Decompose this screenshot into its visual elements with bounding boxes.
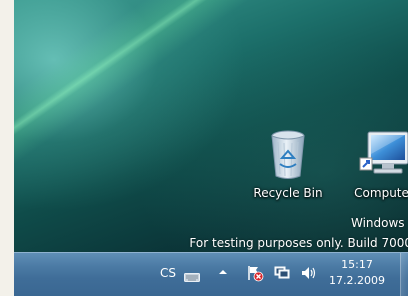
taskbar[interactable]: CS 15:17 17.2.2009 [14, 252, 408, 296]
action-center-flag-icon[interactable] [246, 264, 264, 286]
desktop-icon-recycle-bin[interactable]: Recycle Bin [250, 128, 326, 200]
computer-icon [354, 128, 408, 182]
computer-label: Computer [354, 186, 408, 200]
network-icon[interactable] [274, 265, 290, 285]
volume-icon[interactable] [300, 265, 316, 285]
screen: Recycle Bin Computer Windows For testing… [0, 0, 408, 296]
recycle-bin-label: Recycle Bin [253, 186, 323, 200]
show-hidden-icons-arrow-icon[interactable] [218, 267, 228, 280]
notification-area: CS 15:17 17.2.2009 [14, 253, 408, 296]
window-edge [0, 0, 14, 296]
keyboard-icon[interactable] [184, 268, 200, 287]
desktop[interactable]: Recycle Bin Computer Windows For testing… [14, 0, 408, 252]
clock-date: 17.2.2009 [329, 274, 385, 287]
clock-time: 15:17 [341, 258, 373, 271]
watermark-build: For testing purposes only. Build 7000 [189, 236, 408, 250]
language-indicator[interactable]: CS [160, 266, 176, 280]
desktop-icon-computer[interactable]: Computer [346, 128, 408, 200]
watermark-title: Windows 7 [350, 216, 408, 230]
recycle-bin-icon [258, 128, 318, 182]
system-clock[interactable]: 15:17 17.2.2009 [326, 257, 388, 289]
show-desktop-button[interactable] [400, 253, 408, 296]
